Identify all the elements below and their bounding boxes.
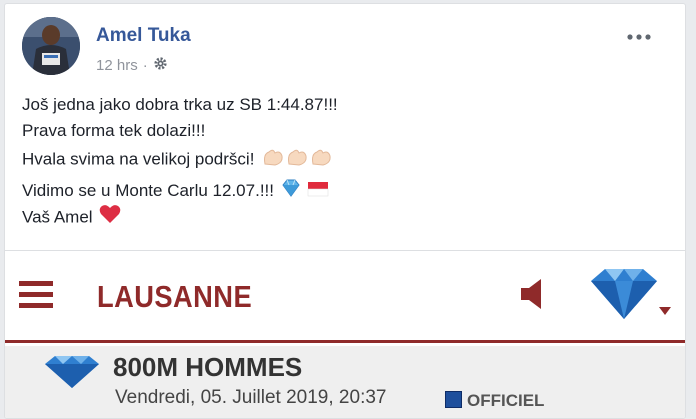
author-avatar[interactable] bbox=[22, 17, 80, 75]
diamond-logo-icon bbox=[585, 267, 675, 321]
facebook-post: Amel Tuka 12 hrs · Još jedna jako dobra … bbox=[4, 3, 686, 419]
post-line: Još jedna jako dobra trka uz SB 1:44.87!… bbox=[22, 95, 338, 114]
diamond-league-icon bbox=[41, 355, 103, 389]
gear-icon[interactable] bbox=[153, 56, 168, 75]
gem-stone-icon bbox=[281, 179, 301, 205]
post-text: Još jedna jako dobra trka uz SB 1:44.87!… bbox=[22, 92, 662, 230]
official-label: OFFICIEL bbox=[467, 391, 545, 410]
post-meta: 12 hrs · bbox=[96, 56, 168, 75]
preview-banner: LAUSANNE bbox=[5, 251, 685, 343]
meta-separator: · bbox=[142, 57, 148, 74]
monaco-flag-icon bbox=[307, 179, 329, 205]
official-square-icon bbox=[445, 391, 462, 408]
event-date: Vendredi, 05. Juillet 2019, 20:37 bbox=[115, 387, 387, 408]
post-line: Prava forma tek dolazi!!! bbox=[22, 121, 206, 140]
event-panel: 800M HOMMES Vendredi, 05. Juillet 2019, … bbox=[5, 346, 685, 418]
post-line: Vaš Amel bbox=[22, 204, 662, 230]
post-header: Amel Tuka 12 hrs · bbox=[22, 17, 662, 81]
post-time[interactable]: 12 hrs bbox=[96, 57, 138, 74]
menu-icon bbox=[19, 278, 53, 312]
speaker-icon bbox=[519, 277, 543, 311]
red-heart-icon bbox=[99, 204, 121, 232]
author-name[interactable]: Amel Tuka bbox=[96, 25, 191, 47]
more-dots-icon[interactable] bbox=[626, 29, 652, 40]
event-title: 800M HOMMES bbox=[113, 352, 303, 382]
preview-city: LAUSANNE bbox=[97, 279, 253, 314]
flexed-biceps-icon bbox=[261, 144, 333, 176]
link-preview[interactable]: LAUSANNE 800M HOMMES Vendredi, 05. Juill… bbox=[5, 250, 685, 418]
post-line: Hvala svima na velikoj podršci! bbox=[22, 144, 662, 170]
post-line: Vidimo se u Monte Carlu 12.07.!!! bbox=[22, 178, 662, 204]
